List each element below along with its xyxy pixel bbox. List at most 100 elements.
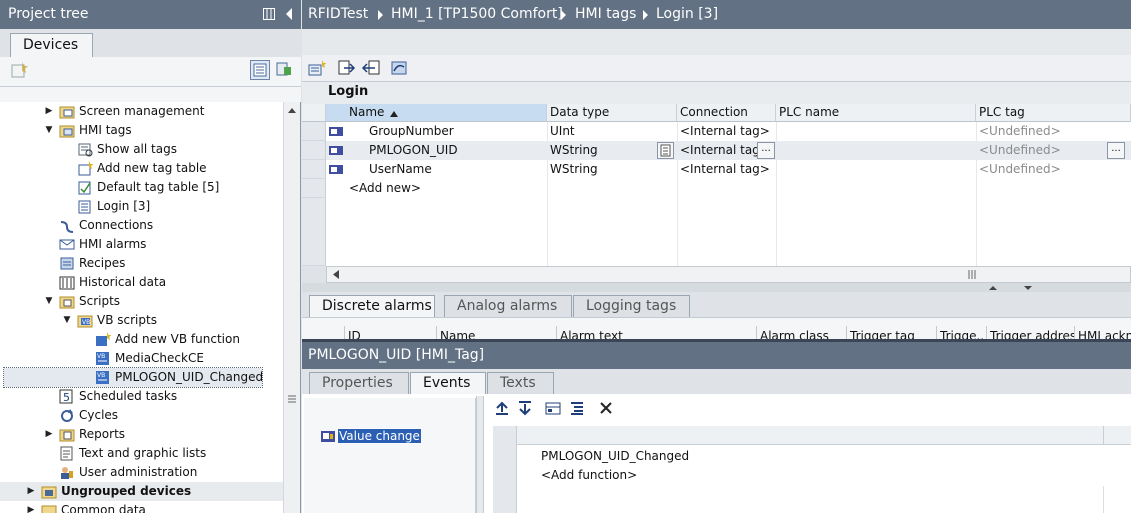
plc-name-cell[interactable]	[779, 141, 974, 160]
tree-item-mediacheckce[interactable]: VB MediaCheckCE	[0, 349, 283, 368]
tree-item-text-and-graphic-lists[interactable]: Text and graphic lists	[0, 444, 283, 463]
event-splitter[interactable]	[476, 396, 484, 513]
add-new-cell[interactable]: <Add new>	[349, 179, 539, 198]
add-new-row[interactable]: <Add new>	[302, 179, 1131, 198]
expand-arrow-icon[interactable]: ▶	[26, 482, 36, 501]
tab-events[interactable]: Events	[410, 372, 486, 394]
column-header-plc-tag[interactable]: PLC tag	[976, 104, 1131, 122]
splitter-down-icon[interactable]	[1020, 284, 1036, 291]
scroll-grip-icon[interactable]	[286, 394, 298, 404]
expand-list-icon[interactable]	[569, 400, 589, 420]
tag-name-cell[interactable]: PMLOGON_UID	[369, 141, 544, 160]
tree-item-add-new-tag-table[interactable]: Add new tag table	[0, 159, 283, 178]
plc-name-cell[interactable]	[779, 122, 974, 141]
scroll-left-icon[interactable]	[331, 269, 341, 280]
tree-item-screen-management[interactable]: ▶ Screen management	[0, 102, 283, 121]
connection-cell[interactable]: <Internal tag>	[680, 141, 758, 160]
scroll-grip-icon[interactable]	[967, 269, 977, 280]
move-down-icon[interactable]	[517, 400, 537, 420]
tab-properties[interactable]: Properties	[309, 372, 409, 394]
tag-name-cell[interactable]: UserName	[369, 160, 544, 179]
alarm-column-alarm-class[interactable]: Alarm class	[756, 326, 846, 340]
breadcrumb-item[interactable]: HMI_1 [TP1500 Comfort]	[391, 6, 563, 22]
expand-arrow-icon[interactable]: ▶	[26, 501, 36, 513]
data-type-list-icon[interactable]	[657, 142, 674, 159]
column-header-plc-name[interactable]: PLC name	[776, 104, 976, 122]
tree-scrollbar[interactable]	[283, 102, 300, 513]
column-header-name[interactable]: Name	[326, 104, 547, 122]
alarm-column-name[interactable]: Name	[436, 326, 556, 340]
tab-texts[interactable]: Texts	[487, 372, 554, 394]
event-value-change[interactable]: Value change	[320, 428, 470, 446]
tree-item-hmi-alarms[interactable]: HMI alarms	[0, 235, 283, 254]
alarm-column-hmi-ack[interactable]: HMI ackno	[1074, 326, 1131, 340]
add-tag-icon[interactable]	[308, 59, 328, 79]
tree-item-common-data[interactable]: ▶ Common data	[0, 501, 283, 513]
tag-name-cell[interactable]: GroupNumber	[369, 122, 544, 141]
connection-browse-button[interactable]: ...	[757, 142, 775, 159]
tree-item-ungrouped-devices[interactable]: ▶ Ungrouped devices	[0, 482, 283, 501]
data-type-cell[interactable]: WString	[550, 141, 655, 160]
scroll-up-icon[interactable]	[287, 105, 297, 115]
plc-tag-cell[interactable]: <Undefined>	[979, 141, 1099, 160]
network-view-icon[interactable]	[275, 60, 295, 80]
tree-item-show-all-tags[interactable]: Show all tags	[0, 140, 283, 159]
data-type-cell[interactable]: WString	[550, 160, 675, 179]
alarm-column-trigger-bit[interactable]: Trigge..	[936, 326, 986, 340]
row-header[interactable]	[302, 141, 326, 160]
table-row[interactable]: GroupNumber UInt <Internal tag> <Undefin…	[302, 122, 1131, 141]
plc-tag-cell[interactable]: <Undefined>	[979, 122, 1129, 141]
tree-item-reports[interactable]: ▶ Reports	[0, 425, 283, 444]
tree-item-hmi-tags[interactable]: ▼ HMI tags	[0, 121, 283, 140]
tree-item-user-administration[interactable]: User administration	[0, 463, 283, 482]
details-view-icon[interactable]	[250, 60, 270, 80]
breadcrumb-item[interactable]: HMI tags	[575, 6, 636, 22]
plc-tag-cell[interactable]: <Undefined>	[979, 160, 1129, 179]
collapse-arrow-icon[interactable]: ▼	[44, 292, 54, 311]
alarm-column-trigger-address[interactable]: Trigger address	[986, 326, 1074, 340]
tree-item-login[interactable]: Login [3]	[0, 197, 283, 216]
alarm-column-alarm-text[interactable]: Alarm text	[556, 326, 756, 340]
tree-item-scheduled-tasks[interactable]: 5 Scheduled tasks	[0, 387, 283, 406]
export-icon[interactable]	[338, 59, 358, 79]
plc-name-cell[interactable]	[779, 160, 974, 179]
grid-horizontal-scrollbar[interactable]	[326, 266, 1131, 283]
tab-logging-tags[interactable]: Logging tags	[573, 295, 690, 318]
tree-item-cycles[interactable]: Cycles	[0, 406, 283, 425]
tree-item-vb-scripts[interactable]: ▼ VB VB scripts	[0, 311, 283, 330]
breadcrumb-item[interactable]: Login [3]	[656, 6, 718, 22]
tree-item-historical-data[interactable]: Historical data	[0, 273, 283, 292]
connection-cell[interactable]: <Internal tag>	[680, 122, 774, 141]
tree-item-scripts[interactable]: ▼ Scripts	[0, 292, 283, 311]
delete-icon[interactable]	[598, 400, 618, 420]
connection-cell[interactable]: <Internal tag>	[680, 160, 774, 179]
row-header[interactable]	[302, 160, 326, 179]
tree-item-recipes[interactable]: Recipes	[0, 254, 283, 273]
expand-arrow-icon[interactable]: ▶	[44, 102, 54, 121]
collapse-pane-icon[interactable]	[284, 8, 294, 20]
pane-layout-icon[interactable]	[263, 8, 275, 20]
tree-item-connections[interactable]: Connections	[0, 216, 283, 235]
collapse-list-icon[interactable]	[545, 400, 565, 420]
tree-item-add-new-vb-function[interactable]: Add new VB function	[0, 330, 283, 349]
expand-arrow-icon[interactable]: ▶	[44, 425, 54, 444]
column-header-data-type[interactable]: Data type	[547, 104, 677, 122]
tree-item-default-tag-table[interactable]: Default tag table [5]	[0, 178, 283, 197]
column-header-connection[interactable]: Connection	[677, 104, 776, 122]
tree-item-pmlogon-uid-changed[interactable]: VB PMLOGON_UID_Changed	[3, 367, 263, 388]
alarm-column-trigger-tag[interactable]: Trigger tag	[846, 326, 936, 340]
tab-analog-alarms[interactable]: Analog alarms	[444, 295, 572, 318]
add-function-item[interactable]: <Add function>	[541, 466, 941, 485]
alarm-column-id[interactable]: ID	[344, 326, 436, 340]
splitter-bar[interactable]	[302, 283, 1131, 292]
plc-tag-browse-button[interactable]: ...	[1107, 142, 1125, 159]
collapse-arrow-icon[interactable]: ▼	[62, 311, 72, 330]
breadcrumb-item[interactable]: RFIDTest	[308, 6, 368, 22]
new-item-icon[interactable]	[10, 61, 30, 81]
table-row[interactable]: PMLOGON_UID WString <Internal tag> ... <…	[302, 141, 1131, 160]
tab-discrete-alarms[interactable]: Discrete alarms	[309, 295, 435, 318]
data-type-cell[interactable]: UInt	[550, 122, 675, 141]
monitor-tags-icon[interactable]	[390, 59, 410, 79]
table-row[interactable]: UserName WString <Internal tag> <Undefin…	[302, 160, 1131, 179]
row-header[interactable]	[302, 122, 326, 141]
